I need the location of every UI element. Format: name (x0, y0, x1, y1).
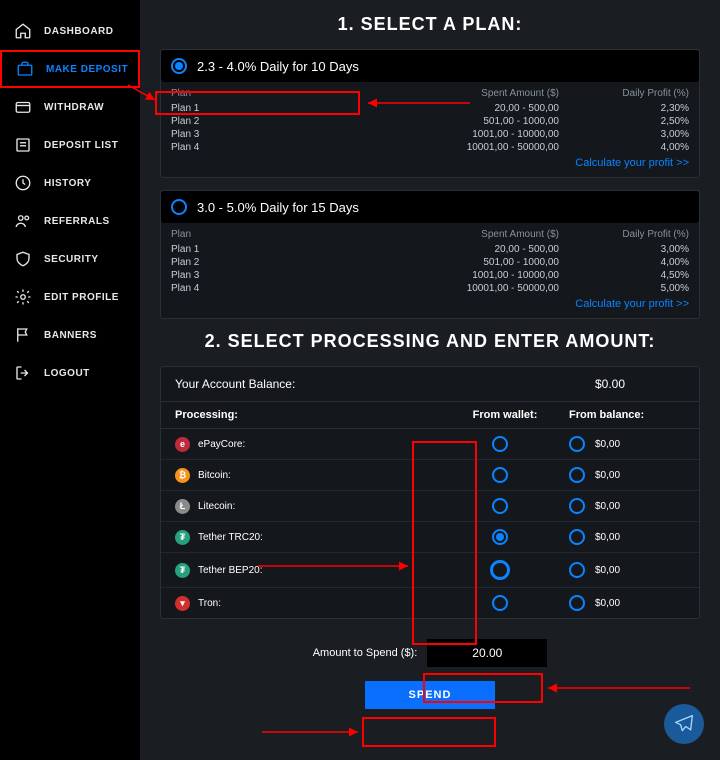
processor-balance: $0,00 (595, 501, 620, 512)
sidebar-item-referrals[interactable]: REFERRALS (0, 202, 140, 240)
step2-heading: 2. SELECT PROCESSING AND ENTER AMOUNT: (160, 331, 700, 352)
from-wallet-radio[interactable] (492, 498, 508, 514)
from-wallet-radio[interactable] (492, 529, 508, 545)
calculate-profit-link[interactable]: Calculate your profit >> (161, 154, 699, 177)
calculate-profit-link[interactable]: Calculate your profit >> (161, 295, 699, 318)
processor-name: Tether BEP20: (198, 565, 262, 576)
briefcase-icon (16, 60, 34, 78)
sidebar-item-dashboard[interactable]: DASHBOARD (0, 12, 140, 50)
balance-label: Your Account Balance: (175, 377, 535, 391)
main-content: 1. SELECT A PLAN: 2.3 - 4.0% Daily for 1… (140, 0, 720, 760)
plan-row: Plan 2501,00 - 1000,002,50% (161, 115, 699, 128)
plan-row: Plan 31001,00 - 10000,004,50% (161, 269, 699, 282)
plan-card: 3.0 - 5.0% Daily for 15 DaysPlanSpent Am… (160, 190, 700, 319)
plan-card: 2.3 - 4.0% Daily for 10 DaysPlanSpent Am… (160, 49, 700, 178)
wallet-icon (14, 98, 32, 116)
processor-name: Tether TRC20: (198, 532, 263, 543)
processor-icon: Ł (175, 499, 190, 514)
plan-radio[interactable] (171, 58, 187, 74)
sidebar-item-label: REFERRALS (44, 216, 110, 227)
processor-balance: $0,00 (595, 565, 620, 576)
processor-row: Ł Litecoin: $0,00 (161, 491, 699, 522)
plan-row: Plan 120,00 - 500,003,00% (161, 243, 699, 256)
processor-name: Litecoin: (198, 501, 235, 512)
sidebar-item-security[interactable]: SECURITY (0, 240, 140, 278)
processor-row: ▾ Tron: $0,00 (161, 588, 699, 618)
sidebar-item-label: LOGOUT (44, 368, 90, 379)
processor-icon: ▾ (175, 596, 190, 611)
shield-icon (14, 250, 32, 268)
plan-row: Plan 410001,00 - 50000,004,00% (161, 141, 699, 154)
processor-name: ePayCore: (198, 439, 245, 450)
amount-label: Amount to Spend ($): (313, 647, 418, 659)
plan-radio[interactable] (171, 199, 187, 215)
plan-row: Plan 410001,00 - 50000,005,00% (161, 282, 699, 295)
users-icon (14, 212, 32, 230)
from-balance-radio[interactable] (569, 467, 585, 483)
processor-icon: ₮ (175, 530, 190, 545)
sidebar-item-history[interactable]: HISTORY (0, 164, 140, 202)
from-wallet-radio[interactable] (492, 467, 508, 483)
gear-icon (14, 288, 32, 306)
balance-value: $0.00 (535, 377, 685, 391)
sidebar-item-label: DASHBOARD (44, 26, 114, 37)
plan-row: Plan 120,00 - 500,002,30% (161, 102, 699, 115)
sidebar-item-label: SECURITY (44, 254, 99, 265)
home-icon (14, 22, 32, 40)
plan-header[interactable]: 2.3 - 4.0% Daily for 10 Days (161, 50, 699, 82)
sidebar-item-make-deposit[interactable]: MAKE DEPOSIT (0, 50, 140, 88)
from-wallet-header: From wallet: (455, 409, 555, 421)
from-wallet-radio[interactable] (492, 436, 508, 452)
sidebar-item-label: BANNERS (44, 330, 97, 341)
from-balance-radio[interactable] (569, 595, 585, 611)
from-balance-radio[interactable] (569, 498, 585, 514)
amount-input[interactable] (427, 639, 547, 667)
processing-header: Processing: (175, 409, 455, 421)
list-icon (14, 136, 32, 154)
from-balance-header: From balance: (555, 409, 685, 421)
processor-balance: $0,00 (595, 439, 620, 450)
sidebar: DASHBOARD MAKE DEPOSIT WITHDRAW DEPOSIT LIS… (0, 0, 140, 760)
telegram-icon (674, 714, 694, 734)
sidebar-item-deposit-list[interactable]: DEPOSIT LIST (0, 126, 140, 164)
step1-heading: 1. SELECT A PLAN: (160, 14, 700, 35)
sidebar-item-logout[interactable]: LOGOUT (0, 354, 140, 392)
plan-title: 3.0 - 5.0% Daily for 15 Days (197, 200, 359, 215)
processor-balance: $0,00 (595, 598, 620, 609)
from-balance-radio[interactable] (569, 529, 585, 545)
processor-row: ₮ Tether TRC20: $0,00 (161, 522, 699, 553)
plan-title: 2.3 - 4.0% Daily for 10 Days (197, 59, 359, 74)
from-balance-radio[interactable] (569, 436, 585, 452)
sidebar-item-label: WITHDRAW (44, 102, 104, 113)
processor-icon: ₮ (175, 563, 190, 578)
telegram-fab[interactable] (664, 704, 704, 744)
flag-icon (14, 326, 32, 344)
processor-balance: $0,00 (595, 470, 620, 481)
sidebar-item-edit-profile[interactable]: EDIT PROFILE (0, 278, 140, 316)
processor-balance: $0,00 (595, 532, 620, 543)
plan-row: Plan 31001,00 - 10000,003,00% (161, 128, 699, 141)
processing-panel: Your Account Balance: $0.00 Processing: … (160, 366, 700, 619)
sidebar-item-label: DEPOSIT LIST (44, 140, 118, 151)
plan-row: Plan 2501,00 - 1000,004,00% (161, 256, 699, 269)
processor-row: ₿ Bitcoin: $0,00 (161, 460, 699, 491)
from-wallet-radio[interactable] (492, 595, 508, 611)
clock-icon (14, 174, 32, 192)
plan-header[interactable]: 3.0 - 5.0% Daily for 15 Days (161, 191, 699, 223)
processor-icon: ₿ (175, 468, 190, 483)
processor-row: ₮ Tether BEP20: $0,00 (161, 553, 699, 588)
sidebar-item-banners[interactable]: BANNERS (0, 316, 140, 354)
processor-icon: e (175, 437, 190, 452)
processor-name: Bitcoin: (198, 470, 231, 481)
spend-button[interactable]: SPEND (365, 681, 495, 709)
sidebar-item-label: HISTORY (44, 178, 91, 189)
sidebar-item-label: EDIT PROFILE (44, 292, 119, 303)
from-balance-radio[interactable] (569, 562, 585, 578)
processor-name: Tron: (198, 598, 221, 609)
sidebar-item-withdraw[interactable]: WITHDRAW (0, 88, 140, 126)
logout-icon (14, 364, 32, 382)
sidebar-item-label: MAKE DEPOSIT (46, 64, 128, 75)
from-wallet-radio[interactable] (490, 560, 510, 580)
processor-row: e ePayCore: $0,00 (161, 429, 699, 460)
